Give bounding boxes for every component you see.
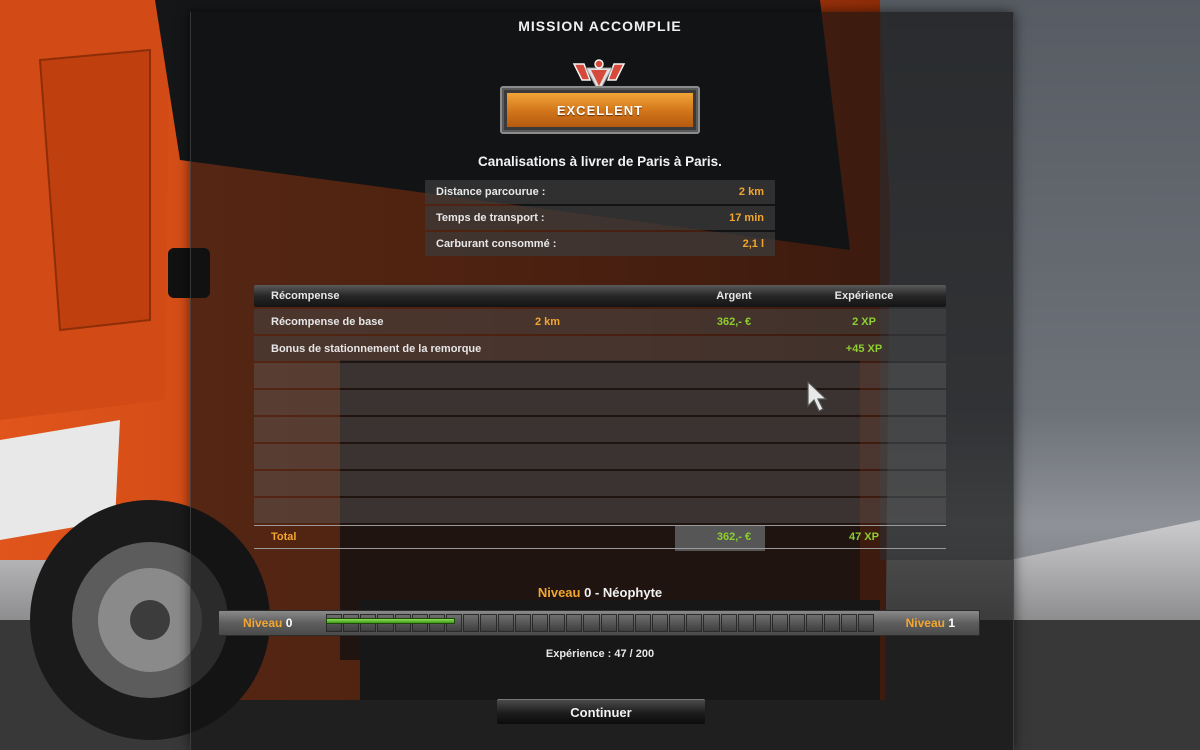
- level-start-label: Niveau 0: [243, 611, 292, 635]
- reward-table: Récompense Argent Expérience Récompense …: [254, 285, 946, 523]
- reward-money: [684, 336, 784, 361]
- total-row: Total 362,- € 47 XP: [254, 526, 946, 548]
- reward-name: Bonus de stationnement de la remorque: [271, 342, 482, 355]
- progress-fill: [326, 618, 455, 624]
- progress-segment: [703, 614, 720, 632]
- reward-money: 362,- €: [716, 315, 752, 328]
- progress-segment: [531, 614, 549, 632]
- progress-segment: [549, 614, 566, 632]
- progress-segment: [772, 614, 789, 632]
- column-header-money: Argent: [716, 290, 752, 302]
- stats-list: Distance parcourue : 2 km Temps de trans…: [425, 180, 775, 258]
- total-divider: [254, 548, 946, 549]
- level-progress-bar: Niveau 0 Niveau 1: [218, 610, 980, 636]
- reward-name: Récompense de base: [271, 315, 384, 328]
- level-start-value: 0: [285, 616, 293, 630]
- stat-value: 2,1 l: [742, 238, 764, 250]
- progress-segment: [720, 614, 737, 632]
- level-separator: -: [591, 585, 603, 600]
- job-description: Canalisations à livrer de Paris à Paris.: [478, 154, 722, 169]
- table-row-empty: [254, 417, 946, 442]
- progress-segment: [497, 614, 514, 632]
- total-xp: 47 XP: [849, 531, 879, 543]
- rating-badge: EXCELLENT: [500, 58, 700, 134]
- stat-label: Distance parcourue :: [436, 186, 546, 198]
- experience-text: Expérience : 47 / 200: [545, 648, 655, 660]
- level-rank: Néophyte: [602, 585, 663, 600]
- total-label: Total: [271, 531, 297, 543]
- table-row-empty: [254, 390, 946, 415]
- reward-xp: 2 XP: [852, 315, 876, 328]
- stat-value: 2 km: [738, 186, 764, 198]
- level-end-value: 1: [948, 616, 955, 630]
- window-title: MISSION ACCOMPLIE: [518, 18, 682, 34]
- progress-segment: [634, 614, 651, 632]
- continue-button[interactable]: Continuer: [497, 699, 705, 724]
- progress-segment: [514, 614, 531, 632]
- stat-distance: Distance parcourue : 2 km: [425, 180, 775, 204]
- total-money: 362,- €: [716, 531, 752, 543]
- table-row-empty: [254, 444, 946, 469]
- stat-label: Temps de transport :: [436, 212, 545, 224]
- progress-segment: [857, 614, 874, 632]
- progress-segment: [840, 614, 857, 632]
- reward-table-header: Récompense Argent Expérience: [254, 285, 946, 307]
- level-end-label: Niveau 1: [906, 611, 955, 635]
- progress-segment: [480, 614, 497, 632]
- progress-segment: [583, 614, 600, 632]
- level-end-prefix: Niveau: [905, 616, 945, 630]
- progress-segment: [600, 614, 617, 632]
- progress-segment: [651, 614, 669, 632]
- reward-xp: +45 XP: [845, 342, 883, 355]
- reward-distance: 2 km: [535, 315, 561, 328]
- progress-segment: [823, 614, 840, 632]
- level-prefix: Niveau: [537, 585, 581, 600]
- progress-segment: [669, 614, 686, 632]
- stat-time: Temps de transport : 17 min: [425, 206, 775, 230]
- progress-segment: [617, 614, 634, 632]
- table-row: Bonus de stationnement de la remorque +4…: [254, 336, 946, 361]
- stat-fuel: Carburant consommé : 2,1 l: [425, 232, 775, 256]
- progress-segment: [789, 614, 806, 632]
- table-row-empty: [254, 471, 946, 496]
- level-start-prefix: Niveau: [243, 616, 283, 630]
- table-row: Récompense de base 2 km 362,- € 2 XP: [254, 309, 946, 334]
- progress-segment: [566, 614, 583, 632]
- table-row-empty: [254, 498, 946, 523]
- stat-value: 17 min: [729, 212, 764, 224]
- progress-segment: [686, 614, 703, 632]
- level-title: Niveau 0 - Néophyte: [0, 585, 1200, 600]
- stat-label: Carburant consommé :: [436, 238, 557, 250]
- column-header-xp: Expérience: [834, 290, 894, 302]
- rating-label: EXCELLENT: [507, 93, 693, 127]
- progress-segment: [463, 614, 480, 632]
- table-row-empty: [254, 363, 946, 388]
- progress-segment: [754, 614, 772, 632]
- progress-segment: [806, 614, 823, 632]
- progress-segment: [737, 614, 754, 632]
- mouse-cursor-icon: [807, 380, 828, 412]
- column-header-reward: Récompense: [271, 290, 340, 302]
